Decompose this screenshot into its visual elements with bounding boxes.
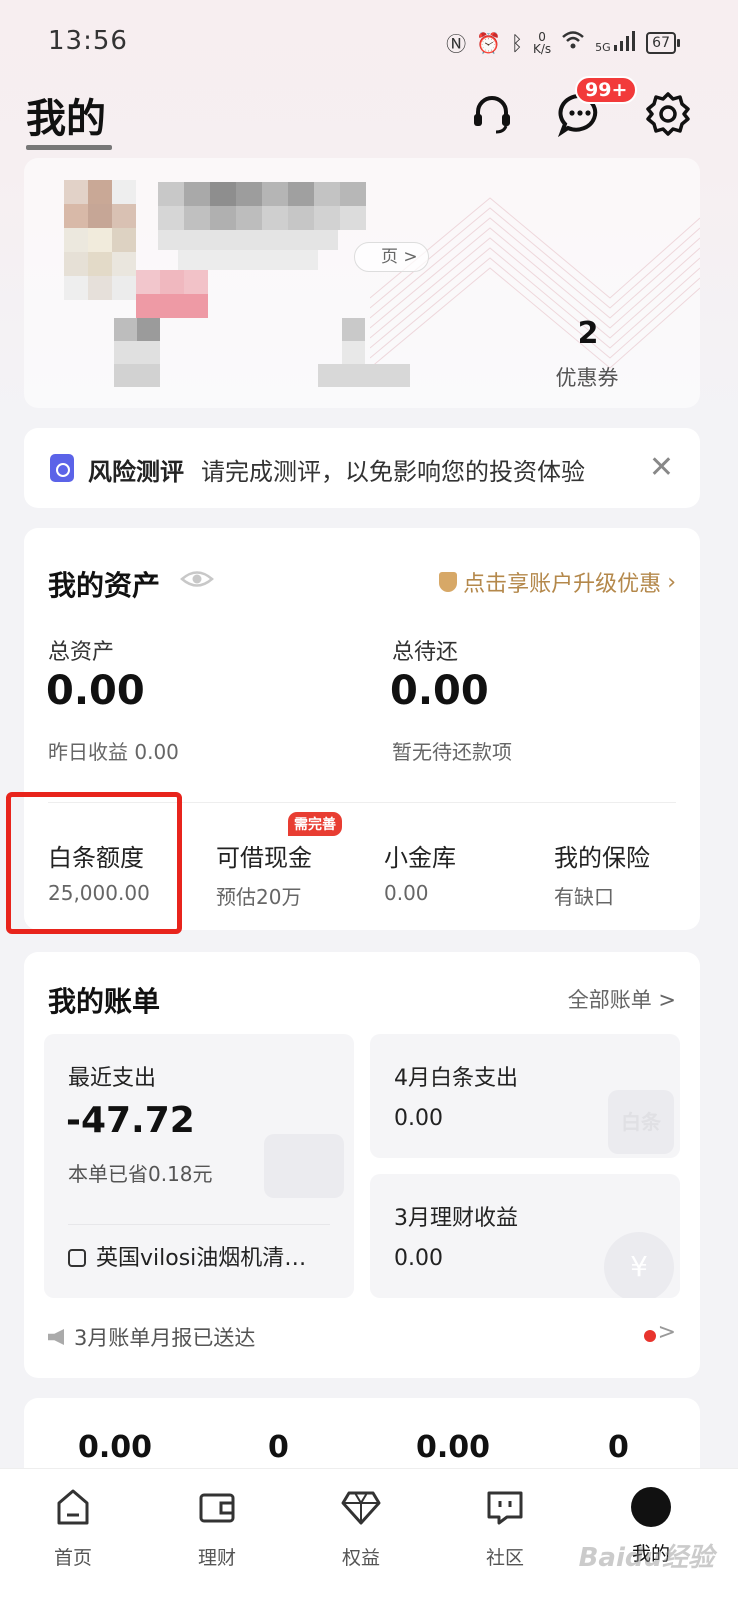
mine-icon [631, 1487, 671, 1527]
net-speed: 0 K/s [532, 29, 552, 56]
bills-card: 我的账单 全部账单 > 最近支出 -47.72 本单已省0.18元 英国vilo… [24, 952, 700, 1378]
chat-icon [487, 1491, 523, 1525]
stat-blur-1 [114, 318, 160, 388]
recent-item[interactable]: 英国vilosi油烟机清… [68, 1240, 306, 1272]
coupon-count[interactable]: 2 [558, 316, 618, 351]
yesterday-income: 昨日收益 0.00 [48, 740, 179, 764]
highlight-annotation [6, 792, 182, 934]
upgrade-link[interactable]: 点击享账户升级优惠 › [439, 566, 676, 598]
stat-value[interactable]: 0 [268, 1430, 289, 1465]
signal-icon: 5G [595, 31, 636, 54]
user-name [158, 182, 366, 230]
coupon-label[interactable]: 优惠券 [532, 362, 642, 392]
risk-text: 请完成测评，以免影响您的投资体验 [201, 458, 585, 486]
close-icon[interactable]: ✕ [649, 450, 674, 485]
total-assets-value[interactable]: 0.00 [46, 668, 145, 714]
shield-icon [439, 572, 458, 592]
nav-benefits[interactable]: 权益 [316, 1487, 406, 1570]
march-value: 0.00 [394, 1246, 443, 1271]
vip-link[interactable]: 页 > [354, 242, 429, 272]
bills-title: 我的账单 [48, 985, 161, 1018]
bottom-nav: 首页 理财 权益 社区 我的 Baidu经验 [0, 1468, 738, 1600]
march-label: 3月理财收益 [394, 1206, 518, 1231]
page-title: 我的 [26, 86, 112, 150]
user-subtitle [158, 230, 338, 270]
clipboard-icon [50, 454, 74, 482]
nav-community[interactable]: 社区 [460, 1487, 550, 1570]
risk-assessment-banner[interactable]: 风险测评 请完成测评，以免影响您的投资体验 ✕ [24, 428, 700, 508]
headset-icon[interactable] [468, 90, 516, 138]
total-repay-label: 总待还 [392, 640, 459, 665]
april-value: 0.00 [394, 1106, 443, 1131]
eye-icon[interactable] [180, 566, 214, 592]
profile-card[interactable]: 页 > 2 优惠券 [24, 158, 700, 408]
monthly-report-row[interactable]: 3月账单月报已送达 [48, 1322, 255, 1352]
speaker-icon [48, 1329, 64, 1345]
bag-icon [68, 1249, 86, 1267]
april-baitiao-card[interactable]: 4月白条支出 0.00 白条 [370, 1034, 680, 1158]
repay-status: 暂无待还款项 [392, 740, 512, 764]
message-badge: 99+ [575, 76, 638, 104]
chevron-right-icon[interactable]: > [658, 1320, 676, 1345]
nav-finance[interactable]: 理财 [172, 1487, 262, 1570]
baitiao-deco: 白条 [608, 1090, 674, 1154]
battery-icon: 67 [646, 31, 680, 54]
stat-blur-2 [318, 318, 410, 388]
nav-home[interactable]: 首页 [28, 1487, 118, 1570]
total-repay-value[interactable]: 0.00 [390, 668, 489, 714]
home-icon [57, 1489, 89, 1525]
user-tag [136, 270, 208, 318]
yuan-coin-icon: ¥ [604, 1232, 674, 1298]
stat-value[interactable]: 0.00 [78, 1430, 152, 1465]
recent-saved: 本单已省0.18元 [68, 1162, 213, 1186]
stat-value[interactable]: 0 [608, 1430, 629, 1465]
divider [68, 1224, 330, 1225]
need-complete-badge: 需完善 [288, 812, 342, 836]
stat-value[interactable]: 0.00 [416, 1430, 490, 1465]
recent-value: -47.72 [66, 1100, 195, 1141]
wifi-icon [561, 30, 585, 55]
small-vault[interactable]: 小金库 0.00 [384, 838, 456, 905]
bluetooth-icon: ᛒ [510, 30, 523, 55]
recent-label: 最近支出 [68, 1066, 157, 1091]
alarm-icon: ⏰ [476, 30, 501, 55]
watermark: Baidu经验 [578, 1543, 714, 1573]
status-icons: Ⓝ ⏰ ᛒ 0 K/s 5G 67 [446, 28, 680, 57]
my-insurance[interactable]: 我的保险 有缺口 [554, 838, 650, 910]
risk-title: 风险测评 [88, 458, 184, 486]
return-arrow-icon [264, 1134, 344, 1198]
april-label: 4月白条支出 [394, 1066, 518, 1091]
nfc-icon: Ⓝ [446, 32, 467, 56]
unread-dot [644, 1330, 656, 1342]
total-assets-label: 总资产 [48, 640, 115, 665]
march-finance-card[interactable]: 3月理财收益 0.00 ¥ [370, 1174, 680, 1298]
wallet-icon [199, 1493, 235, 1523]
status-bar: 13:56 Ⓝ ⏰ ᛒ 0 K/s 5G 67 [0, 0, 738, 86]
borrow-cash[interactable]: 可借现金 预估20万 [216, 838, 312, 910]
chevron-right-icon: › [667, 569, 676, 595]
recent-expense-card[interactable]: 最近支出 -47.72 本单已省0.18元 英国vilosi油烟机清… [44, 1034, 354, 1298]
diamond-icon [341, 1491, 381, 1525]
settings-gear-icon[interactable] [644, 90, 692, 138]
avatar[interactable] [64, 180, 136, 300]
status-time: 13:56 [48, 26, 128, 56]
all-bills-link[interactable]: 全部账单 > [568, 984, 676, 1014]
assets-title: 我的资产 [48, 569, 161, 602]
